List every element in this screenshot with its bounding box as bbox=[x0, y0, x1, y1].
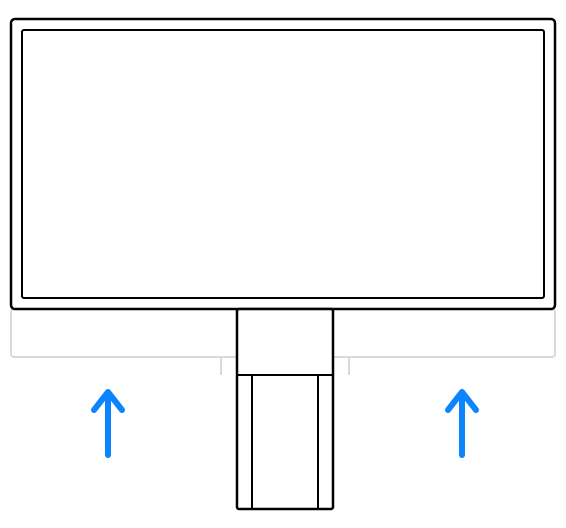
arrow-up-left-icon bbox=[94, 392, 122, 455]
display-monitor bbox=[11, 19, 555, 309]
arrow-up-right-icon bbox=[448, 392, 476, 455]
display-stand-column bbox=[237, 309, 333, 509]
diagram-svg bbox=[0, 0, 566, 528]
display-adjustment-diagram bbox=[0, 0, 566, 528]
